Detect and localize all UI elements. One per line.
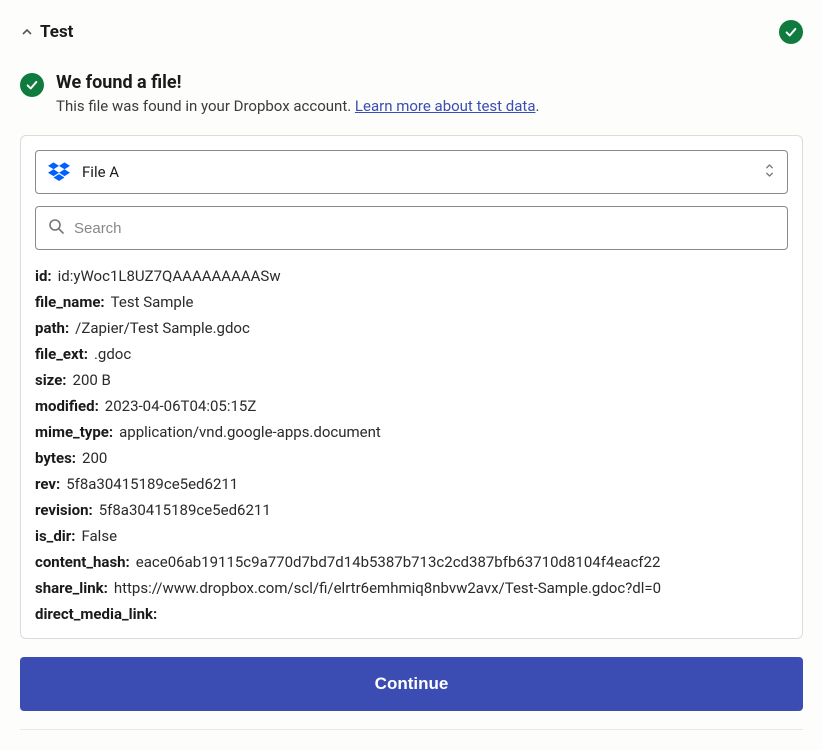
file-selector-label: File A: [82, 163, 764, 181]
file-details-panel: File A id:id:yWoc1L8UZ7QAAAAAAAAASwfile_…: [20, 135, 803, 639]
file-property-row: size:200 B: [35, 368, 784, 392]
property-key: id:: [35, 264, 52, 288]
property-key: file_name:: [35, 290, 105, 314]
property-value: Test Sample: [105, 290, 194, 314]
property-value: /Zapier/Test Sample.gdoc: [69, 316, 250, 340]
collapse-icon[interactable]: [20, 25, 34, 39]
property-key: rev:: [35, 472, 60, 496]
property-value: id:yWoc1L8UZ7QAAAAAAAAASw: [52, 264, 281, 288]
section-header: Test: [20, 20, 803, 44]
search-icon: [48, 218, 64, 238]
file-property-row: mime_type:application/vnd.google-apps.do…: [35, 420, 784, 444]
search-input[interactable]: [74, 220, 775, 237]
property-key: mime_type:: [35, 420, 113, 444]
dropbox-icon: [48, 161, 70, 183]
property-value: eace06ab19115c9a770d7bd7d14b5387b713c2cd…: [130, 550, 661, 574]
file-property-row: direct_media_link:hydrate|||.eJw9j82OwjA…: [35, 602, 784, 624]
continue-button[interactable]: Continue: [20, 657, 803, 711]
property-value: 200 B: [67, 368, 111, 392]
file-property-row: content_hash:eace06ab19115c9a770d7bd7d14…: [35, 550, 784, 574]
property-value: application/vnd.google-apps.document: [113, 420, 381, 444]
property-value: .gdoc: [88, 342, 131, 366]
property-key: share_link:: [35, 576, 108, 600]
property-value: 2023-04-06T04:05:15Z: [99, 394, 257, 418]
chevron-updown-icon: [764, 163, 775, 182]
file-property-row: share_link:https://www.dropbox.com/scl/f…: [35, 576, 784, 600]
file-property-row: file_name:Test Sample: [35, 290, 784, 314]
found-heading: We found a file!: [56, 72, 539, 93]
property-value: https://www.dropbox.com/scl/fi/elrtr6emh…: [108, 576, 661, 600]
learn-more-link[interactable]: Learn more about test data: [355, 97, 536, 115]
property-value: 5f8a30415189ce5ed6211: [60, 472, 238, 496]
property-key: content_hash:: [35, 550, 130, 574]
file-property-row: bytes:200: [35, 446, 784, 470]
property-key: is_dir:: [35, 524, 75, 548]
found-file-banner: We found a file! This file was found in …: [20, 72, 803, 115]
file-property-row: file_ext:.gdoc: [35, 342, 784, 366]
property-key: bytes:: [35, 446, 76, 470]
found-description: This file was found in your Dropbox acco…: [56, 97, 539, 115]
property-key: file_ext:: [35, 342, 88, 366]
file-property-row: id:id:yWoc1L8UZ7QAAAAAAAAASw: [35, 264, 784, 288]
file-property-row: is_dir:False: [35, 524, 784, 548]
property-value: 200: [76, 446, 107, 470]
property-key: size:: [35, 368, 67, 392]
property-key: path:: [35, 316, 69, 340]
found-check-icon: [20, 73, 44, 97]
file-property-row: revision:5f8a30415189ce5ed6211: [35, 498, 784, 522]
file-property-row: modified:2023-04-06T04:05:15Z: [35, 394, 784, 418]
property-value: 5f8a30415189ce5ed6211: [93, 498, 271, 522]
section-title: Test: [40, 22, 73, 42]
file-property-row: path:/Zapier/Test Sample.gdoc: [35, 316, 784, 340]
file-property-row: rev:5f8a30415189ce5ed6211: [35, 472, 784, 496]
property-key: revision:: [35, 498, 93, 522]
file-selector[interactable]: File A: [35, 150, 788, 194]
property-key: direct_media_link:: [35, 602, 157, 624]
status-check-icon: [779, 20, 803, 44]
property-key: modified:: [35, 394, 99, 418]
property-value: False: [75, 524, 117, 548]
footer-divider: [20, 729, 803, 730]
search-box[interactable]: [35, 206, 788, 250]
file-properties-list[interactable]: id:id:yWoc1L8UZ7QAAAAAAAAASwfile_name:Te…: [35, 264, 788, 624]
